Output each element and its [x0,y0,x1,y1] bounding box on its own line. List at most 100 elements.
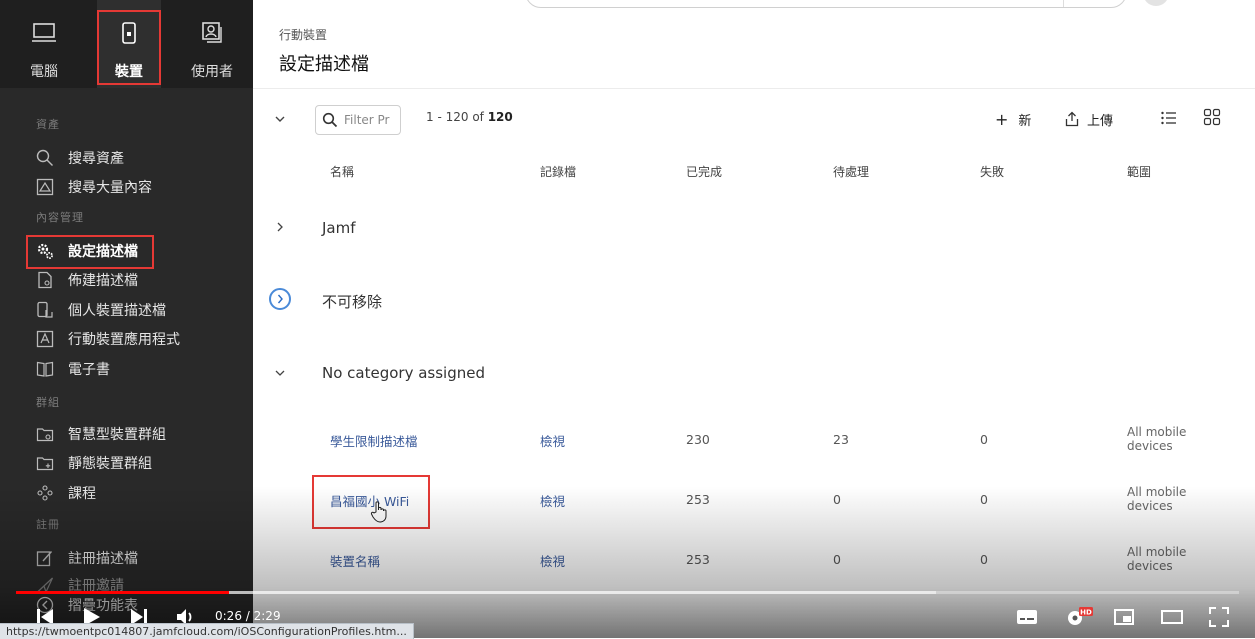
list-view-icon[interactable] [1160,109,1178,127]
filter-input[interactable]: Filter Pr [315,105,401,135]
tab-users[interactable]: 使用者 [172,0,252,88]
smart-group-folder-icon [36,428,54,442]
failed-count: 0 [980,552,988,567]
hd-badge: HD [1080,609,1092,617]
sidebar-item-static-device-groups[interactable]: 靜態裝置群組 [36,451,236,475]
image-search-icon [36,178,54,196]
global-search-bar[interactable] [525,0,1127,8]
sidebar-item-label: 電子書 [68,362,110,378]
computer-icon [32,23,56,42]
sidebar-item-search-assets[interactable]: 搜尋資產 [36,146,236,170]
pending-count: 0 [833,492,841,507]
subtitles-icon[interactable] [1016,606,1038,628]
classes-icon [37,485,53,501]
column-header-name[interactable]: 名稱 [330,163,354,180]
users-icon [202,22,222,43]
status-bar-url: https://twmoentpc014807.jamfcloud.com/iO… [0,623,414,639]
main-content: 行動裝置 設定描述檔 Filter Pr 1 - 120 of 120 + 新 … [253,0,1255,638]
static-group-folder-icon [36,457,54,471]
section-content-heading: 內容管理 [36,211,84,224]
hand-cursor-icon [370,501,387,523]
category-non-removable[interactable]: 不可移除 [322,291,382,312]
pending-count: 0 [833,552,841,567]
sidebar-item-label: 智慧型裝置群組 [68,427,166,443]
search-icon [36,149,53,166]
completed-count: 230 [686,432,710,447]
column-header-pending[interactable]: 待處理 [833,163,869,180]
sidebar-item-search-volume[interactable]: 搜尋大量內容 [36,175,236,199]
search-icon [322,112,338,128]
chevron-down-icon[interactable] [273,112,287,126]
sidebar-item-classes[interactable]: 課程 [36,481,236,505]
section-enrollment-heading: 註冊 [36,518,60,531]
view-log-link[interactable]: 檢視 [540,491,565,510]
settings-gear-icon[interactable]: HD [1064,606,1094,628]
sidebar-item-label: 個人裝置描述檔 [68,303,166,319]
miniplayer-icon[interactable] [1113,606,1135,628]
highlight-tab-devices [97,10,161,85]
failed-count: 0 [980,432,988,447]
section-assets-heading: 資產 [36,118,60,131]
progress-played [16,591,229,594]
account-avatar[interactable] [1143,0,1169,6]
chevron-right-icon[interactable] [273,220,287,234]
scope-text: All mobile devices [1127,485,1187,513]
tab-users-label: 使用者 [191,64,233,80]
scope-text: All mobile devices [1127,545,1187,573]
column-header-logs[interactable]: 記錄檔 [540,163,576,180]
view-log-link[interactable]: 檢視 [540,551,565,570]
provisioning-doc-icon [38,271,52,289]
sidebar-item-label: 佈建描述檔 [68,273,138,289]
page-title: 設定描述檔 [279,54,369,75]
sidebar-item-smart-device-groups[interactable]: 智慧型裝置群組 [36,422,236,446]
app-store-icon [36,330,54,348]
sidebar-item-label: 搜尋資產 [68,151,124,167]
chevron-down-icon[interactable] [273,366,287,380]
column-header-completed[interactable]: 已完成 [686,163,722,180]
tab-computers-label: 電腦 [30,64,58,80]
highlight-configuration-profiles [26,235,154,269]
profile-name-link[interactable]: 裝置名稱 [330,551,380,570]
sidebar-item-label: 靜態裝置群組 [68,456,152,472]
completed-count: 253 [686,552,710,567]
section-groups-heading: 群組 [36,396,60,409]
sidebar-item-mobile-apps[interactable]: 行動裝置應用程式 [36,327,236,351]
completed-count: 253 [686,492,710,507]
new-button-label: 新 [1018,113,1032,129]
breadcrumb[interactable]: 行動裝置 [279,26,327,43]
grid-view-icon[interactable] [1203,108,1221,126]
plus-icon: + [995,109,1009,129]
tab-computers[interactable]: 電腦 [0,0,88,88]
fullscreen-icon[interactable] [1208,606,1230,628]
pending-count: 23 [833,432,849,447]
theater-mode-icon[interactable] [1161,606,1183,628]
time-display: 0:26 / 2:29 [215,609,281,623]
upload-button[interactable]: 上傳 [1055,102,1127,136]
chevron-right-icon [277,294,283,304]
expand-category-button[interactable] [269,288,291,310]
book-icon [36,361,54,377]
sidebar-item-provisioning-profiles[interactable]: 佈建描述檔 [36,268,236,292]
result-count: 1 - 120 of 120 [426,110,513,124]
scope-text: All mobile devices [1127,425,1187,453]
sidebar-item-personal-device-profiles[interactable]: 個人裝置描述檔 [36,298,236,322]
sidebar-item-ebooks[interactable]: 電子書 [36,357,236,381]
category-no-category[interactable]: No category assigned [322,364,485,382]
failed-count: 0 [980,492,988,507]
new-button[interactable]: + 新 [985,102,1045,136]
view-log-link[interactable]: 檢視 [540,431,565,450]
header-divider [253,88,1255,89]
sidebar-item-label: 搜尋大量內容 [68,180,152,196]
category-jamf[interactable]: Jamf [322,219,356,237]
profile-name-link[interactable]: 學生限制描述檔 [330,431,418,450]
column-header-scope[interactable]: 範圍 [1127,163,1151,180]
sidebar-item-enrollment-profiles[interactable]: 註冊描述檔 [36,546,236,570]
filter-placeholder: Filter Pr [344,113,390,127]
enrollment-doc-icon [36,551,53,567]
sidebar-item-label: 註冊描述檔 [68,551,138,567]
sidebar: 電腦 裝置 使用者 資產 搜尋資產 搜尋大量內容 內容管理 設定描述檔 佈建描述… [0,0,253,638]
column-header-failed[interactable]: 失敗 [980,163,1004,180]
sidebar-item-label: 行動裝置應用程式 [68,332,180,348]
upload-button-label: 上傳 [1087,113,1114,129]
upload-icon [1065,111,1079,127]
